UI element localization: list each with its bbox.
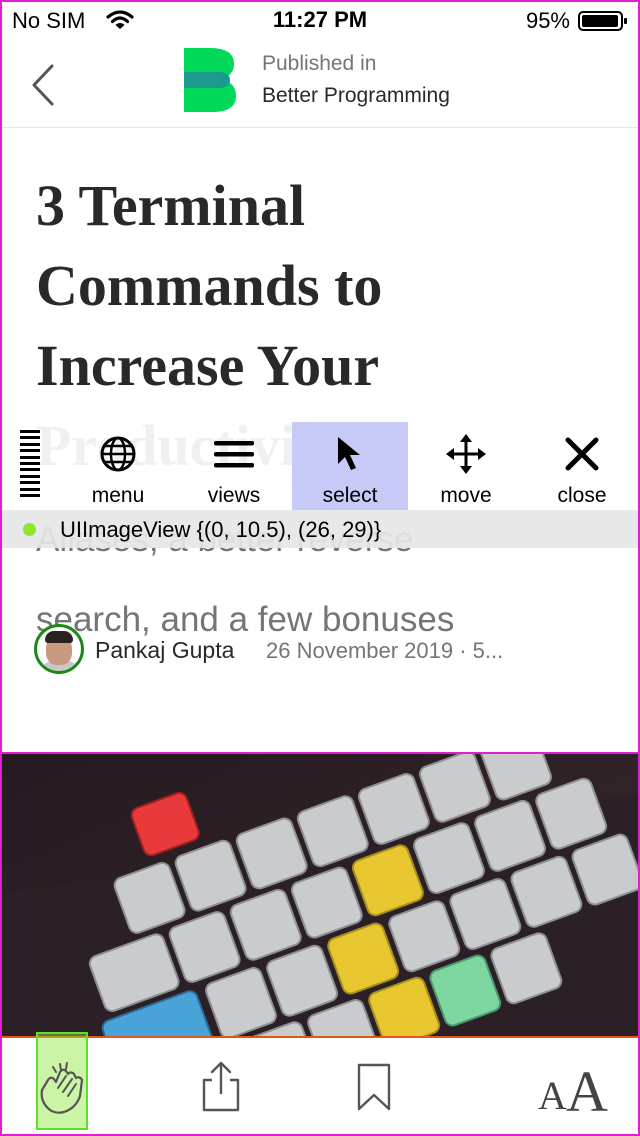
selection-info-bar: UIImageView {(0, 10.5), (26, 29)} (0, 510, 640, 548)
published-in-label: Published in (262, 52, 377, 75)
title-line: 3 Terminal (36, 173, 306, 238)
selection-info-text: UIImageView {(0, 10.5), (26, 29)} (60, 517, 382, 542)
globe-icon (100, 436, 136, 472)
author-name[interactable]: Pankaj Gupta (95, 637, 234, 664)
selection-status-dot (23, 523, 36, 536)
drag-handle-icon[interactable] (20, 430, 40, 504)
hero-image (0, 752, 640, 1038)
views-button[interactable]: views (176, 422, 292, 510)
bottom-toolbar: A A (0, 1032, 640, 1136)
publication-name[interactable]: Better Programming (262, 84, 450, 108)
close-label: close (557, 484, 607, 507)
author-avatar[interactable] (34, 624, 84, 674)
move-label: move (440, 484, 492, 507)
font-size-small-glyph: A (538, 1073, 567, 1118)
nav-header: Published in Better Programming (0, 40, 640, 128)
debug-toolbar: menu views select move close (0, 422, 640, 510)
title-line: Commands to (36, 253, 383, 318)
bookmark-icon[interactable] (354, 1062, 394, 1112)
close-button[interactable]: close (524, 422, 640, 510)
move-button[interactable]: move (408, 422, 524, 510)
title-line: Increase Your (36, 333, 380, 398)
share-icon[interactable] (198, 1060, 244, 1114)
battery-icon (578, 11, 627, 31)
font-size-button[interactable]: A A (538, 1058, 618, 1124)
move-arrows-icon (446, 434, 486, 474)
select-button[interactable]: select (292, 422, 408, 510)
publication-logo[interactable] (184, 48, 236, 112)
select-label: select (322, 484, 378, 507)
menu-button[interactable]: menu (60, 422, 176, 510)
status-bar: No SIM 11:27 PM 95% (0, 0, 640, 40)
battery-percent: 95% (525, 8, 570, 33)
font-size-large-glyph: A (566, 1059, 608, 1124)
close-x-icon (565, 437, 599, 471)
hamburger-icon (214, 441, 254, 468)
clap-icon[interactable] (36, 1062, 90, 1116)
keyboard-photo (0, 754, 640, 1038)
menu-label: menu (91, 484, 145, 507)
back-chevron-icon[interactable] (28, 62, 58, 108)
views-label: views (207, 484, 261, 507)
article-meta: 26 November 2019 · 5... (266, 638, 504, 663)
cursor-arrow-icon (338, 437, 360, 470)
